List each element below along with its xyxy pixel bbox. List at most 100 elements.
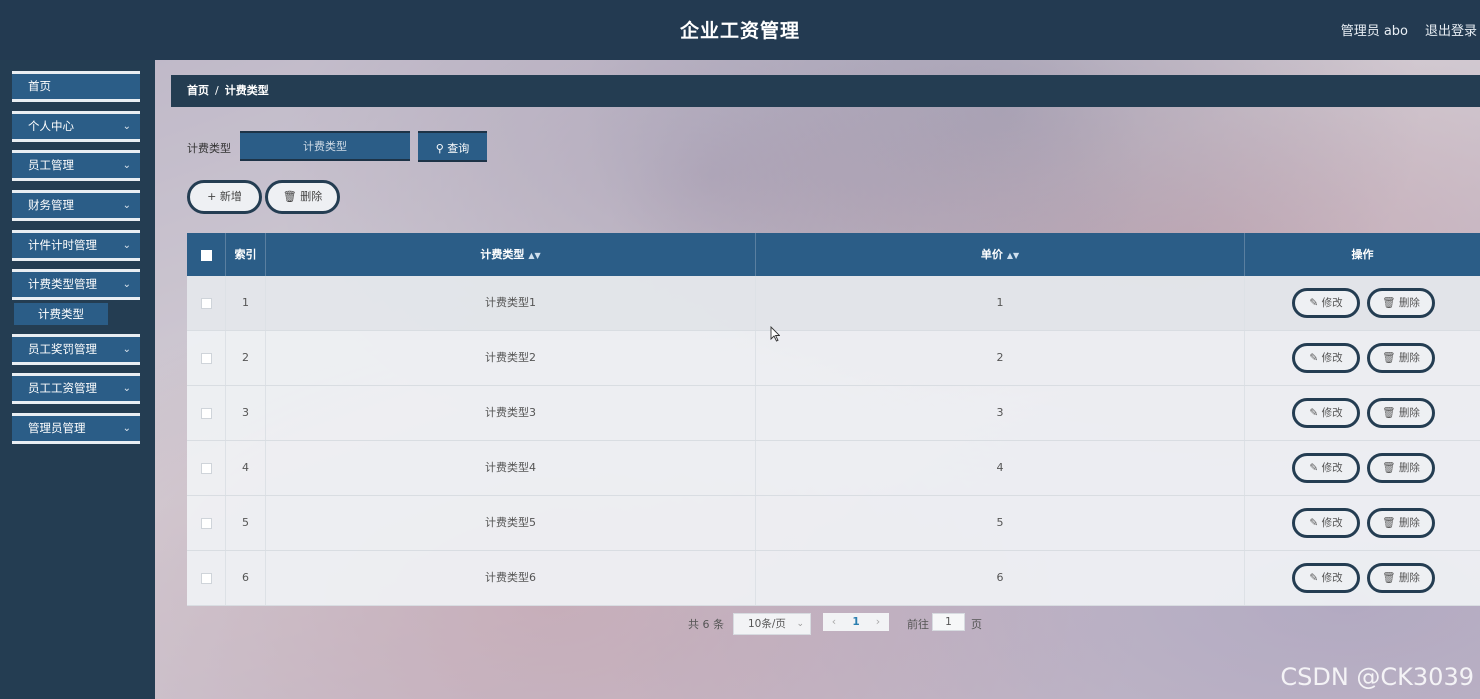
row-select-cell	[187, 276, 226, 330]
row-index: 6	[226, 551, 266, 605]
edit-button[interactable]: ✎ 修改	[1292, 288, 1360, 318]
row-billing-type: 计费类型2	[266, 331, 756, 385]
search-icon: ⚲	[435, 142, 444, 155]
row-checkbox[interactable]	[200, 352, 212, 364]
billing-type-search-input[interactable]	[240, 131, 410, 161]
edit-button[interactable]: ✎ 修改	[1292, 508, 1360, 538]
breadcrumb-home[interactable]: 首页	[187, 84, 209, 97]
delete-button[interactable]: 🗑 删除	[1367, 563, 1435, 593]
app-title: 企业工资管理	[679, 20, 800, 42]
row-select-cell	[187, 496, 226, 550]
select-all-checkbox[interactable]	[200, 249, 212, 261]
delete-button-label: 删除	[1398, 572, 1420, 584]
row-checkbox[interactable]	[200, 572, 212, 584]
sidebar-item-salary-management[interactable]: 员工工资管理 ⌄	[12, 373, 140, 404]
row-unit-price: 6	[756, 551, 1245, 605]
delete-button[interactable]: 🗑 删除	[1367, 453, 1435, 483]
sidebar-item-label: 计件计时管理	[28, 238, 97, 252]
sidebar-item-label: 员工工资管理	[28, 381, 97, 395]
query-button[interactable]: ⚲ 查询	[418, 131, 487, 162]
pencil-icon: ✎	[1309, 352, 1319, 364]
edit-button[interactable]: ✎ 修改	[1292, 453, 1360, 483]
prev-page-button[interactable]: ‹	[823, 613, 845, 631]
sort-icon[interactable]: ▲▼	[1007, 251, 1019, 260]
table-row: 6 计费类型6 6 ✎ 修改 🗑 删除	[187, 551, 1480, 606]
sidebar-item-billing-type-management[interactable]: 计费类型管理 ⌄	[12, 269, 140, 300]
pencil-icon: ✎	[1309, 297, 1319, 309]
chevron-down-icon: ⌄	[122, 160, 131, 171]
row-checkbox[interactable]	[200, 517, 212, 529]
sidebar-item-reward-penalty-management[interactable]: 员工奖罚管理 ⌄	[12, 334, 140, 365]
delete-button-label: 删除	[1398, 407, 1420, 419]
chevron-down-icon: ⌄	[122, 121, 131, 132]
page-size-select[interactable]: 10条/页 ⌄	[733, 613, 811, 635]
sidebar-item-finance-management[interactable]: 财务管理 ⌄	[12, 190, 140, 221]
pagination-total: 共 6 条	[688, 618, 724, 631]
batch-delete-button[interactable]: 🗑 删除	[265, 180, 340, 214]
row-unit-price: 2	[756, 331, 1245, 385]
trash-icon: 🗑	[1382, 462, 1396, 474]
add-button[interactable]: + 新增	[187, 180, 262, 214]
sidebar-subitem-billing-type[interactable]: 计费类型	[14, 303, 108, 325]
chevron-down-icon: ⌄	[122, 279, 131, 290]
table-header: 索引 计费类型 ▲▼ 单价 ▲▼ 操作	[187, 233, 1480, 276]
delete-button-label: 删除	[1398, 462, 1420, 474]
sidebar-item-admin-management[interactable]: 管理员管理 ⌄	[12, 413, 140, 444]
column-header-price[interactable]: 单价 ▲▼	[756, 233, 1245, 276]
current-user-label: 管理员 abo	[1340, 24, 1408, 39]
goto-page-input[interactable]: 1	[932, 613, 965, 631]
delete-button[interactable]: 🗑 删除	[1367, 508, 1435, 538]
row-billing-type: 计费类型6	[266, 551, 756, 605]
logout-link[interactable]: 退出登录	[1425, 20, 1477, 39]
sidebar-item-label: 个人中心	[28, 119, 74, 133]
table-row: 1 计费类型1 1 ✎ 修改 🗑 删除	[187, 276, 1480, 331]
row-billing-type: 计费类型5	[266, 496, 756, 550]
sort-icon[interactable]: ▲▼	[528, 251, 540, 260]
edit-button[interactable]: ✎ 修改	[1292, 563, 1360, 593]
row-checkbox[interactable]	[200, 297, 212, 309]
row-index: 2	[226, 331, 266, 385]
row-index: 1	[226, 276, 266, 330]
edit-button[interactable]: ✎ 修改	[1292, 398, 1360, 428]
pencil-icon: ✎	[1309, 407, 1319, 419]
sidebar-item-label: 计费类型管理	[28, 277, 97, 291]
delete-button[interactable]: 🗑 删除	[1367, 343, 1435, 373]
trash-icon: 🗑	[1382, 517, 1396, 529]
row-select-cell	[187, 386, 226, 440]
row-checkbox[interactable]	[200, 462, 212, 474]
sidebar-item-home[interactable]: 首页	[12, 71, 140, 102]
table-row: 3 计费类型3 3 ✎ 修改 🗑 删除	[187, 386, 1480, 441]
delete-button[interactable]: 🗑 删除	[1367, 288, 1435, 318]
sidebar-item-label: 首页	[28, 79, 51, 93]
edit-button-label: 修改	[1321, 297, 1343, 309]
row-unit-price: 3	[756, 386, 1245, 440]
row-billing-type: 计费类型1	[266, 276, 756, 330]
row-index: 4	[226, 441, 266, 495]
sidebar-item-employee-management[interactable]: 员工管理 ⌄	[12, 150, 140, 181]
pencil-icon: ✎	[1309, 462, 1319, 474]
page-number-current[interactable]: 1	[845, 613, 867, 631]
sidebar-item-personal-center[interactable]: 个人中心 ⌄	[12, 111, 140, 142]
trash-icon: 🗑	[282, 190, 297, 203]
row-unit-price: 4	[756, 441, 1245, 495]
delete-button[interactable]: 🗑 删除	[1367, 398, 1435, 428]
main-content: 首页/计费类型 计费类型 ⚲ 查询 + 新增 🗑 删除 索引 计费类型▲▼ 单价…	[155, 60, 1480, 699]
edit-button[interactable]: ✎ 修改	[1292, 343, 1360, 373]
query-button-label: 查询	[447, 142, 470, 155]
trash-icon: 🗑	[1382, 407, 1396, 419]
column-header-type[interactable]: 计费类型 ▲▼	[266, 233, 756, 276]
row-select-cell	[187, 441, 226, 495]
sidebar-item-piece-time-management[interactable]: 计件计时管理 ⌄	[12, 230, 140, 261]
column-header-index: 索引	[226, 233, 266, 276]
next-page-button[interactable]: ›	[867, 613, 889, 631]
row-select-cell	[187, 551, 226, 605]
row-checkbox[interactable]	[200, 407, 212, 419]
plus-icon: +	[207, 190, 217, 203]
select-all-cell	[187, 233, 226, 276]
trash-icon: 🗑	[1382, 297, 1396, 309]
sidebar-item-label: 管理员管理	[28, 421, 86, 435]
edit-button-label: 修改	[1321, 352, 1343, 364]
edit-button-label: 修改	[1321, 462, 1343, 474]
row-unit-price: 1	[756, 276, 1245, 330]
column-header-ops: 操作	[1351, 248, 1374, 261]
